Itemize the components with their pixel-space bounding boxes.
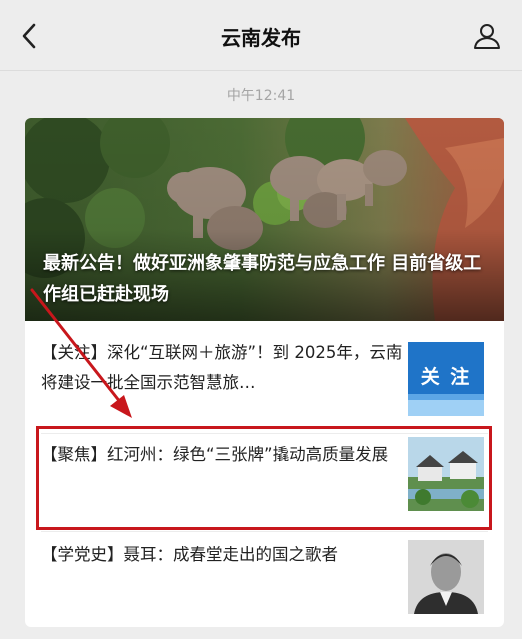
message-timestamp: 中午12:41 bbox=[226, 88, 296, 104]
divider bbox=[41, 433, 488, 434]
list-item-article-2[interactable]: 【聚焦】红河州：绿色“三张牌”撬动高质量发展 bbox=[25, 436, 504, 536]
thumbnail-label: 关 注 bbox=[420, 366, 472, 388]
hero-headline: 最新公告！做好亚洲象肇事防范与应急工作 目前省级工作组已赶赴现场 bbox=[43, 253, 482, 305]
divider bbox=[41, 531, 488, 532]
article-2-thumbnail bbox=[408, 437, 484, 511]
list-item-article-1[interactable]: 【关注】深化“互联网＋旅游”！到 2025年，云南将建设一批全国示范智慧旅… 关… bbox=[25, 334, 504, 434]
article-card: 最新公告！做好亚洲象肇事防范与应急工作 目前省级工作组已赶赴现场 【关注】深化“… bbox=[25, 118, 504, 627]
user-profile-icon bbox=[474, 24, 500, 49]
article-1-thumbnail: 关 注 bbox=[408, 342, 484, 416]
hero-article[interactable]: 最新公告！做好亚洲象肇事防范与应急工作 目前省级工作组已赶赴现场 bbox=[25, 118, 504, 321]
profile-button[interactable] bbox=[470, 19, 504, 53]
page-title: 云南发布 bbox=[221, 26, 301, 50]
article-1-title: 【关注】深化“互联网＋旅游”！到 2025年，云南将建设一批全国示范智慧旅… bbox=[41, 343, 403, 392]
article-3-title: 【学党史】聂耳：成春堂走出的国之歌者 bbox=[41, 545, 338, 564]
article-2-title: 【聚焦】红河州：绿色“三张牌”撬动高质量发展 bbox=[41, 445, 389, 464]
article-3-thumbnail bbox=[408, 540, 484, 614]
top-nav-bar: 云南发布 bbox=[0, 0, 522, 71]
list-item-article-3[interactable]: 【学党史】聂耳：成春堂走出的国之歌者 bbox=[25, 536, 504, 627]
